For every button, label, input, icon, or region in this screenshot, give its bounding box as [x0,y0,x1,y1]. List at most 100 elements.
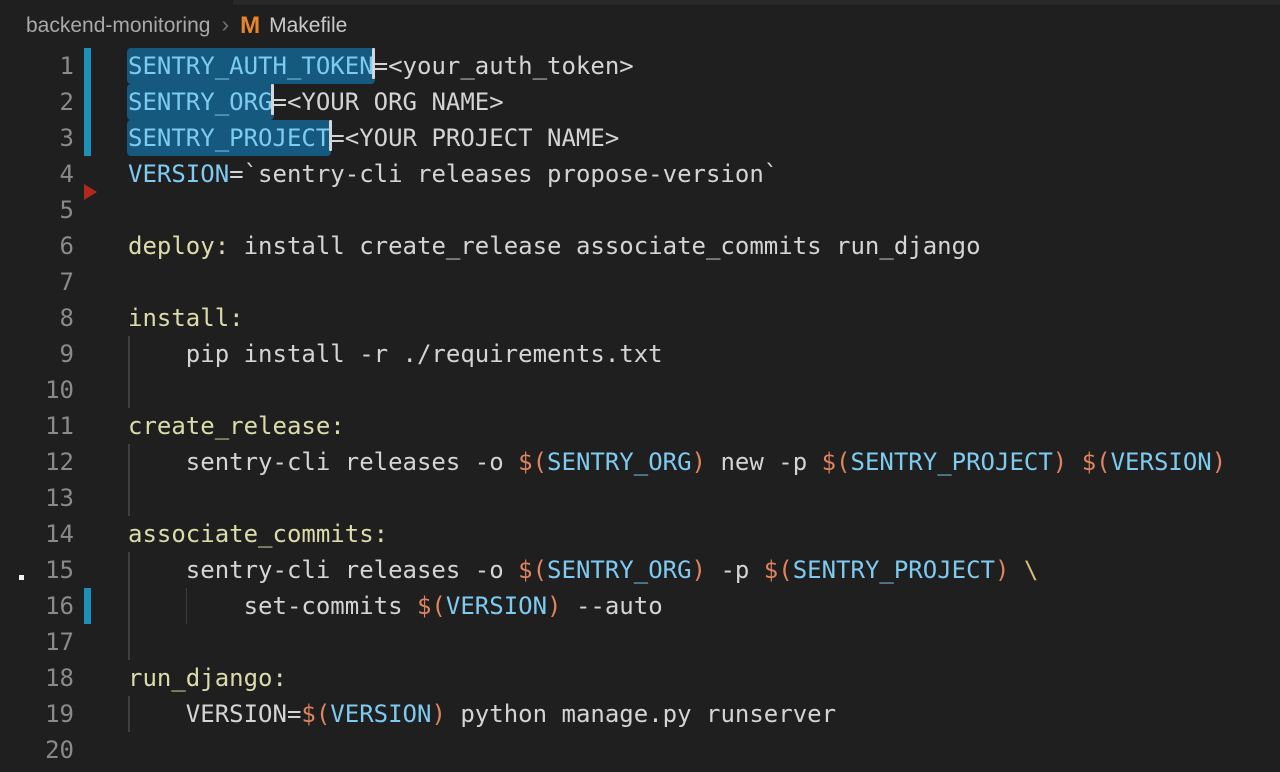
code-token: =<YOUR PROJECT NAME> [330,124,619,152]
code-token: create_release: [128,412,345,440]
code-text: create_release: [128,408,345,444]
code-line-15[interactable]: 15 sentry-cli releases -o $(SENTRY_ORG) … [0,552,1280,588]
code-line-5[interactable]: 5 [0,192,1280,228]
deleted-lines-indicator[interactable] [84,184,97,200]
code-token: set-commits [128,592,417,620]
code-token: ) [692,556,706,584]
editor: 1SENTRY_AUTH_TOKEN=<your_auth_token>2SEN… [0,48,1280,768]
code-token: ) [547,592,561,620]
line-number[interactable]: 6 [0,228,74,264]
code-line-9[interactable]: 9 pip install -r ./requirements.txt [0,336,1280,372]
code-token: install: [128,304,244,332]
code-line-7[interactable]: 7 [0,264,1280,300]
code-text: SENTRY_PROJECT=<YOUR PROJECT NAME> [128,120,619,156]
code-token: SENTRY_PROJECT [793,556,995,584]
code-token: new -p [706,448,822,476]
code-token: VERSION [330,700,431,728]
breadcrumb: backend-monitoring › M Makefile [0,3,1280,48]
code-line-13[interactable]: 13 [0,480,1280,516]
code-line-16[interactable]: 16 set-commits $(VERSION) --auto [0,588,1280,624]
line-number[interactable]: 14 [0,516,74,552]
breadcrumb-project[interactable]: backend-monitoring [26,14,210,38]
code-text: deploy: install create_release associate… [128,228,981,264]
line-number[interactable]: 18 [0,660,74,696]
code-line-1[interactable]: 1 SENTRY_AUTH_TOKEN=<your_auth_token> [0,48,1280,84]
code-token: VERSION [128,160,229,188]
code-line-12[interactable]: 12 sentry-cli releases -o $(SENTRY_ORG) … [0,444,1280,480]
indent-guide [128,552,130,588]
code-token: $( [417,592,446,620]
line-number[interactable]: 13 [0,480,74,516]
line-number[interactable]: 7 [0,264,74,300]
line-number[interactable]: 19 [0,696,74,732]
code-token: run_django: [128,664,287,692]
breadcrumb-chevron-icon: › [221,11,229,38]
code-token: $( [1082,448,1111,476]
line-number[interactable]: 1 [0,48,74,84]
code-line-4[interactable]: 4 VERSION=`sentry-cli releases propose-ve… [0,156,1280,192]
code-line-18[interactable]: 18 run_django: [0,660,1280,696]
line-number[interactable]: 4 [0,156,74,192]
code-token: --auto [562,592,663,620]
modified-line-indicator [84,48,91,84]
code-token [1009,556,1023,584]
line-number[interactable]: 8 [0,300,74,336]
line-number[interactable]: 9 [0,336,74,372]
line-number[interactable]: 11 [0,408,74,444]
line-number[interactable]: 17 [0,624,74,660]
line-number[interactable]: 12 [0,444,74,480]
indent-guide [128,480,130,516]
code-token: ) [1053,448,1067,476]
code-token: sentry-cli releases -o [128,556,518,584]
code-token: =<YOUR ORG NAME> [273,88,504,116]
code-line-11[interactable]: 11 create_release: [0,408,1280,444]
code-token: $( [822,448,851,476]
line-number[interactable]: 2 [0,84,74,120]
mouse-cursor-dot [19,575,24,580]
modified-line-indicator [84,588,91,624]
code-text: sentry-cli releases -o $(SENTRY_ORG) new… [128,444,1226,480]
line-number[interactable]: 20 [0,732,74,768]
code-token: SENTRY_ORG [547,556,692,584]
code-line-6[interactable]: 6 deploy: install create_release associat… [0,228,1280,264]
indent-guide [128,372,130,408]
code-text: SENTRY_AUTH_TOKEN=<your_auth_token> [128,48,634,84]
code-token: $( [518,448,547,476]
code-line-17[interactable]: 17 [0,624,1280,660]
code-line-3[interactable]: 3 SENTRY_PROJECT=<YOUR PROJECT NAME> [0,120,1280,156]
line-number[interactable]: 3 [0,120,74,156]
indent-guide [128,696,130,732]
code-token: VERSION [1111,448,1212,476]
code-line-14[interactable]: 14 associate_commits: [0,516,1280,552]
code-token: $( [764,556,793,584]
line-number[interactable]: 5 [0,192,74,228]
code-text: associate_commits: [128,516,388,552]
code-text: VERSION=`sentry-cli releases propose-ver… [128,156,778,192]
code-text: sentry-cli releases -o $(SENTRY_ORG) -p … [128,552,1038,588]
indent-guide [128,624,130,660]
breadcrumb-file-label: Makefile [269,14,347,38]
code-line-2[interactable]: 2SENTRY_ORG=<YOUR ORG NAME> [0,84,1280,120]
line-number[interactable]: 15 [0,552,74,588]
selected-text: SENTRY_PROJECT [127,120,331,156]
modified-line-indicator [84,84,91,120]
code-token: VERSION [446,592,547,620]
breadcrumb-file[interactable]: M Makefile [240,14,347,38]
selected-text: SENTRY_AUTH_TOKEN [127,48,375,84]
code-token: sentry-cli releases -o [128,448,518,476]
code-token: pip install -r ./requirements.txt [128,340,663,368]
code-token: ) [692,448,706,476]
code-token: $( [518,556,547,584]
code-line-10[interactable]: 10 [0,372,1280,408]
line-number[interactable]: 16 [0,588,74,624]
code-line-19[interactable]: 19 VERSION=$(VERSION) python manage.py r… [0,696,1280,732]
code-token: deploy: [128,232,229,260]
code-token: =<your_auth_token> [374,52,634,80]
line-number[interactable]: 10 [0,372,74,408]
code-token: ) [995,556,1009,584]
code-line-20[interactable]: 20 [0,732,1280,768]
code-token: SENTRY_PROJECT [851,448,1053,476]
code-text: set-commits $(VERSION) --auto [128,588,663,624]
code-token: VERSION= [128,700,301,728]
code-line-8[interactable]: 8 install: [0,300,1280,336]
